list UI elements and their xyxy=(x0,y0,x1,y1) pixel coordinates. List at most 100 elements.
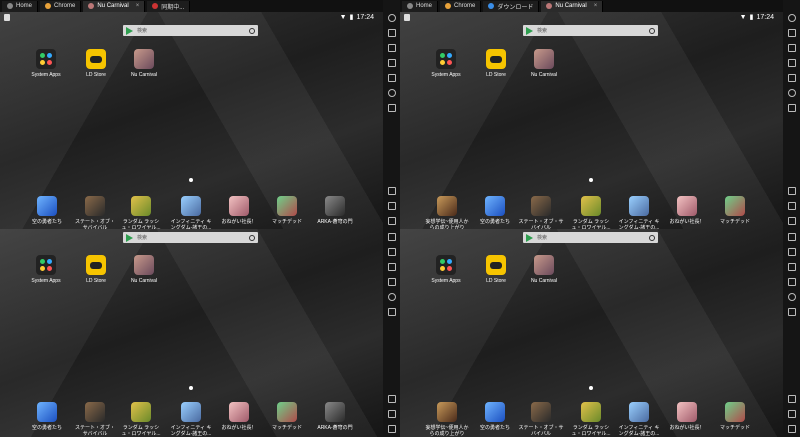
dock-app[interactable]: おねがい社長！ xyxy=(219,196,259,225)
dock-app[interactable]: マッチデッド xyxy=(715,196,755,225)
app-nu-carnival[interactable]: Nu Carnival xyxy=(124,49,164,78)
back-icon[interactable] xyxy=(787,187,796,195)
settings-icon[interactable] xyxy=(787,14,796,22)
dock-app[interactable]: 空の勇者たち xyxy=(27,402,67,431)
sync-icon[interactable] xyxy=(787,293,796,301)
more-icon[interactable] xyxy=(387,308,396,316)
app-ld-store[interactable]: LD Store xyxy=(76,255,116,284)
dock-app[interactable]: ランダム ラッシ ュ・ロワイヤル... xyxy=(571,402,611,437)
keyboard-icon[interactable] xyxy=(387,233,396,241)
more-icon[interactable] xyxy=(787,308,796,316)
play-search-bar[interactable]: 検索 xyxy=(123,25,258,36)
sync-icon[interactable] xyxy=(787,89,796,97)
dock-app[interactable]: おねがい社長！ xyxy=(219,402,259,431)
app-ld-store[interactable]: LD Store xyxy=(76,49,116,78)
dock-app[interactable]: 妄想学伝~便用人か らの成り上がり xyxy=(426,402,468,437)
back-icon[interactable] xyxy=(387,395,396,403)
volume-up-icon[interactable] xyxy=(387,248,396,256)
fullscreen-icon[interactable] xyxy=(387,74,396,82)
tab-chrome[interactable]: Chrome xyxy=(40,0,82,12)
app-icon xyxy=(37,196,57,216)
tab-chrome[interactable]: Chrome xyxy=(440,0,482,12)
app-ld-store[interactable]: LD Store xyxy=(476,49,516,78)
recents-icon[interactable] xyxy=(387,425,396,433)
settings-icon[interactable] xyxy=(387,14,396,22)
tab-home[interactable]: Home xyxy=(2,0,39,12)
home-icon[interactable] xyxy=(787,202,796,210)
home-icon[interactable] xyxy=(387,202,396,210)
dock-app[interactable]: マッチデッド xyxy=(267,196,307,225)
search-icon[interactable] xyxy=(649,27,655,34)
close-icon[interactable]: × xyxy=(136,3,140,9)
home-icon[interactable] xyxy=(387,410,396,418)
dock-app[interactable]: ARKA-蒼穹の門 xyxy=(315,402,355,431)
sync-icon[interactable] xyxy=(387,293,396,301)
dock-app[interactable]: ランダム ラッシ ュ・ロワイヤル... xyxy=(121,196,161,229)
dock-app[interactable]: ステート・オブ・ サバイバル xyxy=(75,402,115,437)
dock-app[interactable]: ランダム ラッシ ュ・ロワイヤル... xyxy=(571,196,611,229)
nu-carnival-icon xyxy=(134,49,154,69)
search-icon[interactable] xyxy=(249,234,255,241)
sync-icon[interactable] xyxy=(387,89,396,97)
play-search-bar[interactable]: 検索 xyxy=(523,232,658,243)
volume-down-icon[interactable] xyxy=(787,263,796,271)
fullscreen-icon[interactable] xyxy=(787,74,796,82)
fullscreen-icon[interactable] xyxy=(787,278,796,286)
tab-nu-carnival[interactable]: Nu Carnival × xyxy=(83,0,146,12)
nu-carnival-icon xyxy=(534,255,554,275)
app-nu-carnival[interactable]: Nu Carnival xyxy=(524,255,564,284)
dock-app[interactable]: インフィニティ キ ングダム-諸王の... xyxy=(171,402,211,437)
search-icon[interactable] xyxy=(649,234,655,241)
search-icon[interactable] xyxy=(249,27,255,34)
dock-app[interactable]: マッチデッド xyxy=(267,402,307,431)
fullscreen-icon[interactable] xyxy=(387,278,396,286)
home-icon[interactable] xyxy=(787,410,796,418)
dock-app[interactable]: ランダム ラッシ ュ・ロワイヤル... xyxy=(121,402,161,437)
app-system-apps[interactable]: System Apps xyxy=(426,255,466,284)
dock-app[interactable]: おねがい社長！ xyxy=(667,196,707,225)
volume-down-icon[interactable] xyxy=(387,59,396,67)
recents-icon[interactable] xyxy=(787,425,796,433)
app-nu-carnival[interactable]: Nu Carnival xyxy=(524,49,564,78)
dock-app[interactable]: インフィニティ キ ングダム-諸王の... xyxy=(619,196,659,229)
app-system-apps[interactable]: System Apps xyxy=(26,255,66,284)
dock-app[interactable]: ARKA-蒼穹の門 xyxy=(315,196,355,225)
tab-download[interactable]: ダウンロード xyxy=(483,0,540,12)
back-icon[interactable] xyxy=(387,187,396,195)
dock-app[interactable]: ステート・オブ・ サバイバル xyxy=(75,196,115,229)
more-icon[interactable] xyxy=(787,104,796,112)
more-icon[interactable] xyxy=(387,104,396,112)
tab-home[interactable]: Home xyxy=(402,0,439,12)
dock-app[interactable]: ステート・オブ・サ バイバル xyxy=(519,196,564,229)
dock-app[interactable]: 空の勇者たち xyxy=(475,402,515,431)
dock-app[interactable]: マッチデッド xyxy=(715,402,755,431)
tab-bar: Home Chrome ダウンロード Nu Carnival × xyxy=(400,0,783,12)
dock-app[interactable]: インフィニティ キ ングダム-諸王の... xyxy=(171,196,211,229)
tab-sync[interactable]: 同期中... xyxy=(147,0,191,12)
dock-app[interactable]: 空の勇者たち xyxy=(27,196,67,225)
recents-icon[interactable] xyxy=(787,217,796,225)
keyboard-icon[interactable] xyxy=(787,29,796,37)
app-nu-carnival[interactable]: Nu Carnival xyxy=(124,255,164,284)
volume-up-icon[interactable] xyxy=(387,44,396,52)
tab-nu-carnival[interactable]: Nu Carnival × xyxy=(541,0,604,12)
play-search-bar[interactable]: 検索 xyxy=(123,232,258,243)
volume-up-icon[interactable] xyxy=(787,248,796,256)
dock-app[interactable]: インフィニティ キ ングダム-諸王の... xyxy=(619,402,659,437)
recents-icon[interactable] xyxy=(387,217,396,225)
keyboard-icon[interactable] xyxy=(387,29,396,37)
volume-down-icon[interactable] xyxy=(787,59,796,67)
app-system-apps[interactable]: System Apps xyxy=(426,49,466,78)
volume-up-icon[interactable] xyxy=(787,44,796,52)
keyboard-icon[interactable] xyxy=(787,233,796,241)
dock-app[interactable]: 妄想学伝~便用人か らの成り上がり xyxy=(426,196,468,229)
back-icon[interactable] xyxy=(787,395,796,403)
dock-app[interactable]: おねがい社長！ xyxy=(667,402,707,431)
play-search-bar[interactable]: 検索 xyxy=(523,25,658,36)
app-system-apps[interactable]: System Apps xyxy=(26,49,66,78)
volume-down-icon[interactable] xyxy=(387,263,396,271)
dock-app[interactable]: ステート・オブ・サ バイバル xyxy=(519,402,564,437)
close-icon[interactable]: × xyxy=(594,3,598,9)
dock-app[interactable]: 空の勇者たち xyxy=(475,196,515,225)
app-ld-store[interactable]: LD Store xyxy=(476,255,516,284)
